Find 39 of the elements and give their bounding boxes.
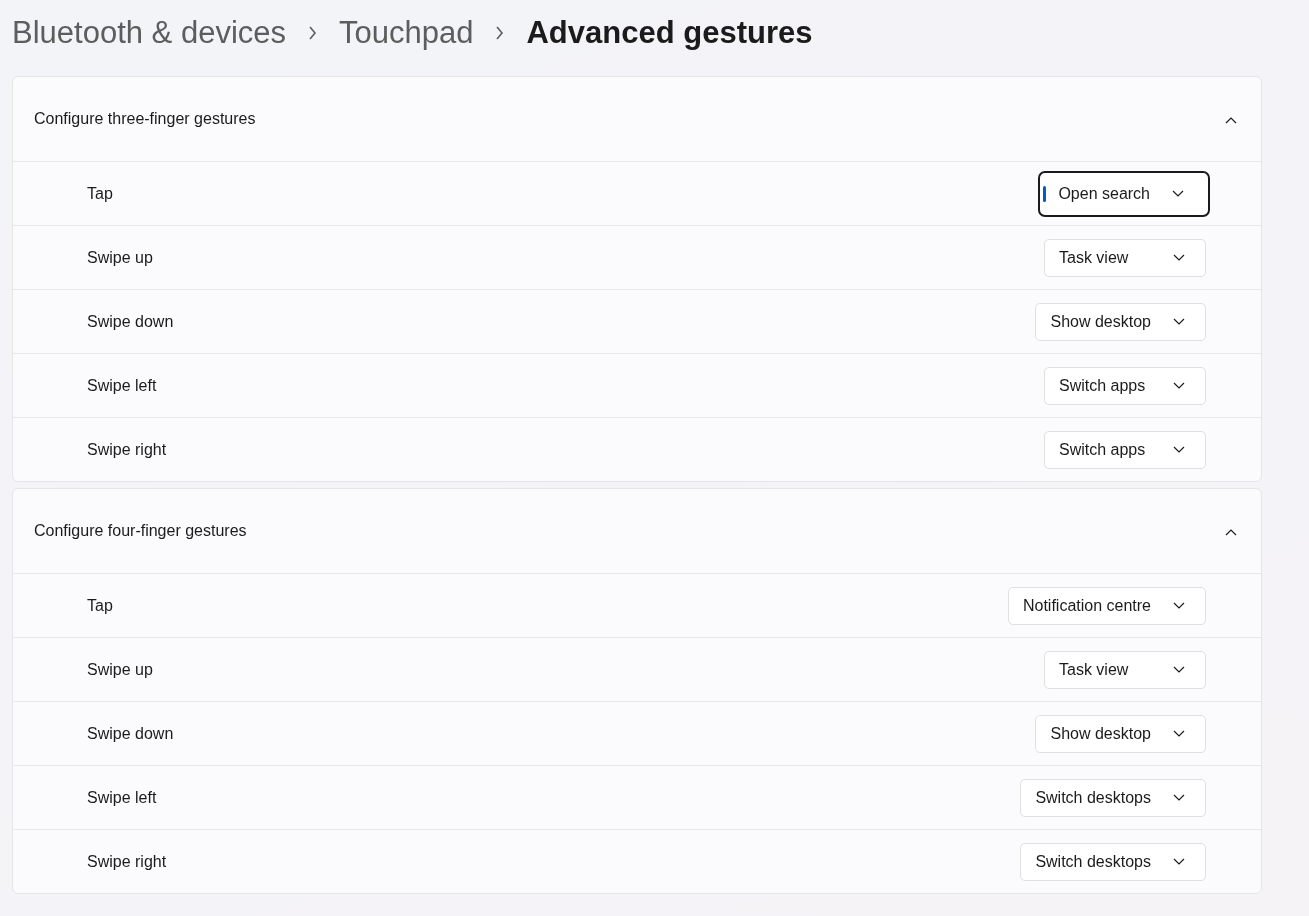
chevron-down-icon	[1173, 446, 1185, 453]
chevron-right-icon	[495, 26, 505, 40]
chevron-down-icon	[1173, 858, 1185, 865]
action-dropdown[interactable]: Switch apps	[1044, 430, 1206, 469]
action-dropdown[interactable]: Switch apps	[1044, 366, 1206, 405]
action-dropdown[interactable]: Notification centre	[1007, 586, 1206, 625]
breadcrumb-link[interactable]: Touchpad	[339, 15, 474, 51]
gesture-label: Swipe right	[87, 440, 167, 459]
gesture-label: Tap	[87, 184, 113, 203]
breadcrumb-link[interactable]: Bluetooth & devices	[12, 15, 286, 51]
action-dropdown[interactable]: Switch desktops	[1020, 842, 1206, 881]
chevron-down-icon	[1173, 382, 1185, 389]
action-dropdown[interactable]: Switch desktops	[1020, 778, 1206, 817]
chevron-right-icon	[308, 26, 317, 40]
chevron-down-icon	[1173, 318, 1185, 325]
gesture-label: Swipe down	[87, 724, 174, 743]
action-dropdown[interactable]: Show desktop	[1035, 714, 1206, 753]
chevron-down-icon	[1172, 190, 1184, 197]
chevron-down-icon	[1173, 254, 1185, 261]
gesture-label: Swipe down	[87, 312, 174, 331]
action-dropdown[interactable]: Open search	[1038, 170, 1210, 217]
gesture-label: Swipe left	[87, 788, 157, 807]
gesture-label: Swipe up	[87, 248, 153, 267]
section-title: Configure four-finger gestures	[34, 522, 247, 540]
chevron-down-icon	[1173, 602, 1185, 609]
action-dropdown[interactable]: Task view	[1044, 238, 1206, 277]
gesture-label: Swipe left	[87, 376, 157, 395]
collapse-icon	[1225, 117, 1237, 124]
gesture-label: Swipe up	[87, 660, 153, 679]
chevron-down-icon	[1173, 730, 1185, 737]
section-title: Configure three-finger gestures	[34, 110, 256, 128]
gesture-label: Tap	[87, 596, 113, 615]
collapse-icon	[1225, 529, 1237, 536]
gesture-label: Swipe right	[87, 852, 167, 871]
page-title: Advanced gestures	[526, 15, 813, 51]
action-dropdown[interactable]: Task view	[1044, 650, 1206, 689]
action-dropdown[interactable]: Show desktop	[1035, 302, 1206, 341]
chevron-down-icon	[1173, 794, 1185, 801]
chevron-down-icon	[1173, 666, 1185, 673]
